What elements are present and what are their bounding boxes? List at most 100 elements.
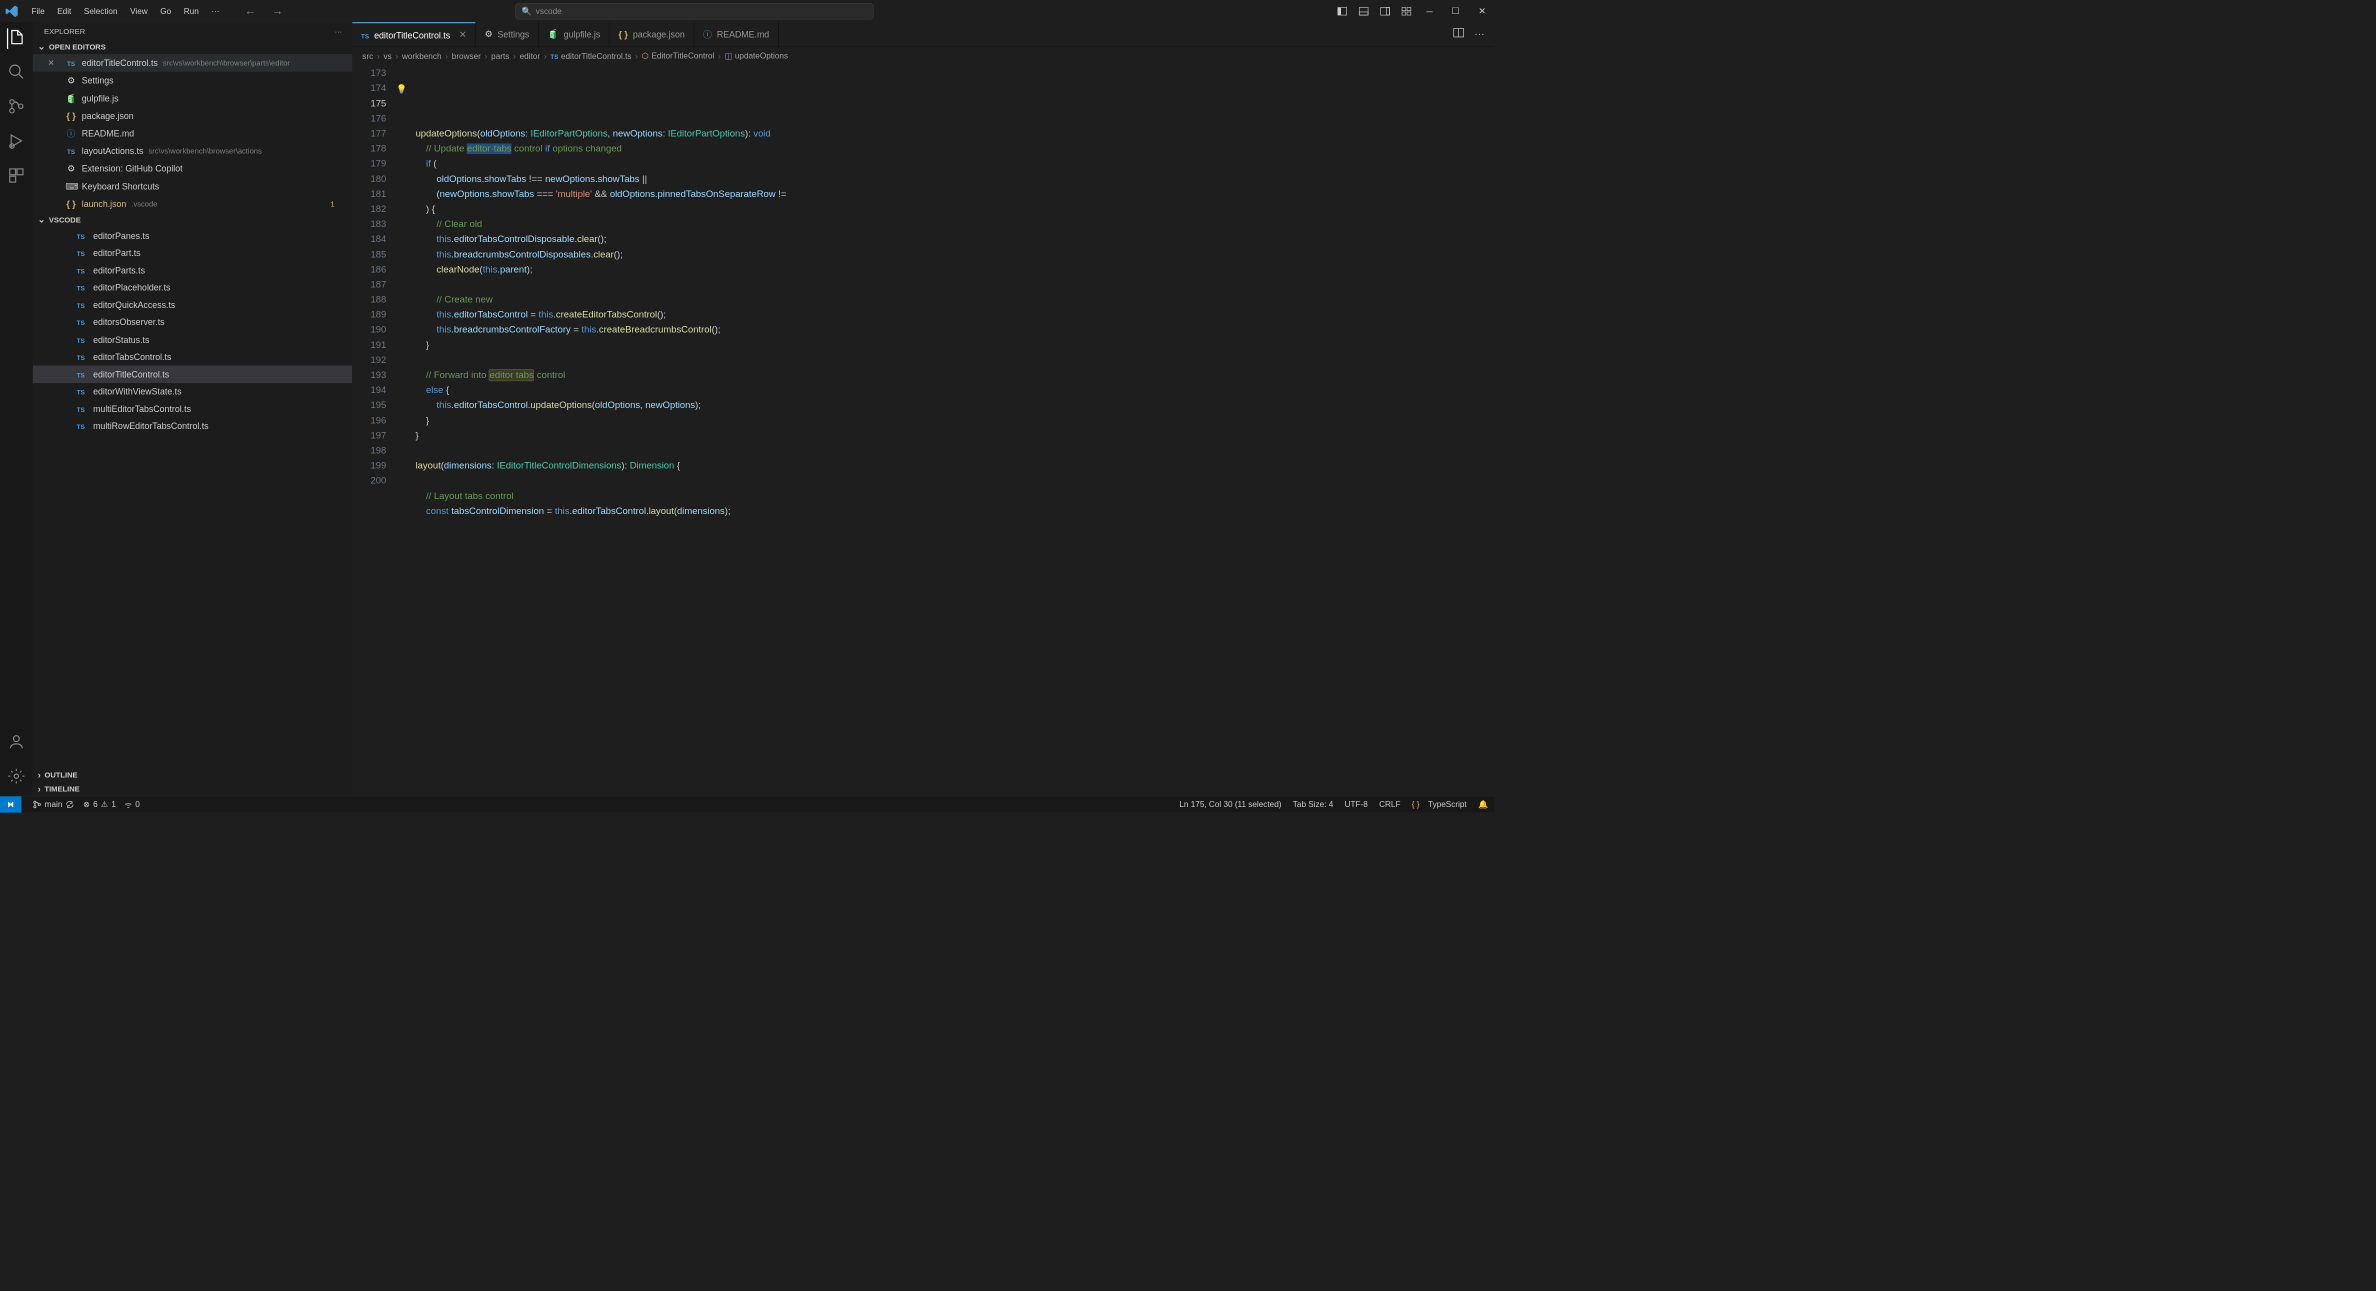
window-maximize-icon[interactable]: ☐ — [1448, 4, 1463, 17]
tree-item[interactable]: TSeditorQuickAccess.ts — [33, 296, 353, 313]
code-line[interactable] — [396, 474, 1494, 489]
status-notifications-icon[interactable]: 🔔 — [1478, 799, 1488, 809]
sidebar-more-icon[interactable]: ··· — [335, 27, 343, 36]
code-line[interactable]: } — [396, 338, 1494, 353]
section-outline[interactable]: › OUTLINE — [33, 768, 353, 782]
tree-item[interactable]: TSeditorWithViewState.ts — [33, 383, 353, 400]
open-editor-item[interactable]: { }launch.json.vscode1 — [33, 195, 353, 213]
breadcrumb-item[interactable]: src — [362, 51, 373, 60]
code-line[interactable]: else { — [396, 383, 1494, 398]
tree-item[interactable]: TSeditorPlaceholder.ts — [33, 279, 353, 296]
code-line[interactable]: this.breadcrumbsControlFactory = this.cr… — [396, 323, 1494, 338]
code-line[interactable]: // Clear old — [396, 217, 1494, 232]
nav-forward-icon[interactable]: → — [272, 4, 283, 17]
breadcrumb-item[interactable]: vs — [383, 51, 391, 60]
breadcrumb-item[interactable]: workbench — [402, 51, 442, 60]
section-timeline[interactable]: › TIMELINE — [33, 782, 353, 796]
customize-layout-icon[interactable] — [1401, 6, 1411, 16]
code-line[interactable] — [396, 353, 1494, 368]
menu-edit[interactable]: Edit — [51, 4, 78, 18]
status-ports[interactable]: ᯤ0 — [125, 799, 140, 810]
breadcrumb-item[interactable]: ⬡EditorTitleControl — [642, 51, 715, 61]
editor-tab[interactable]: { }package.json — [610, 22, 694, 47]
open-editor-item[interactable]: 🧃gulpfile.js — [33, 89, 353, 107]
code-line[interactable]: this.editorTabsControl.updateOptions(old… — [396, 398, 1494, 413]
activity-source-control-icon[interactable] — [8, 97, 26, 118]
code-line[interactable]: // Layout tabs control — [396, 489, 1494, 504]
code-line[interactable]: clearNode(this.parent); — [396, 262, 1494, 277]
editor-tab[interactable]: 🧃gulpfile.js — [539, 22, 610, 47]
tree-item[interactable]: TSeditorTitleControl.ts — [33, 365, 353, 382]
code-line[interactable]: this.breadcrumbsControlDisposables.clear… — [396, 247, 1494, 262]
code-line[interactable]: this.editorTabsControl = this.createEdit… — [396, 308, 1494, 323]
menu-go[interactable]: Go — [154, 4, 177, 18]
code-line[interactable]: // Create new — [396, 292, 1494, 307]
breadcrumb-item[interactable]: TSeditorTitleControl.ts — [550, 51, 631, 60]
menu-more-icon[interactable]: ··· — [205, 4, 226, 18]
menu-run[interactable]: Run — [177, 4, 205, 18]
remote-indicator-icon[interactable] — [0, 796, 21, 812]
activity-search-icon[interactable] — [8, 63, 26, 84]
code-line[interactable]: // Update editor·tabs control if options… — [396, 142, 1494, 157]
nav-back-icon[interactable]: ← — [245, 4, 256, 17]
open-editor-item[interactable]: ⚙Extension: GitHub Copilot — [33, 160, 353, 178]
command-center-search[interactable]: 🔍 vscode — [515, 3, 874, 19]
open-editor-item[interactable]: ⓘREADME.md — [33, 125, 353, 143]
activity-explorer-icon[interactable] — [7, 28, 26, 49]
code-line[interactable]: // Forward into editor tabs control — [396, 368, 1494, 383]
editor-tab[interactable]: ⓘREADME.md — [694, 22, 778, 47]
breadcrumbs[interactable]: src›vs›workbench›browser›parts›editor›TS… — [352, 47, 1494, 65]
window-minimize-icon[interactable]: ─ — [1423, 5, 1437, 18]
code-line[interactable]: oldOptions.showTabs !== newOptions.showT… — [396, 172, 1494, 187]
window-close-icon[interactable]: ✕ — [1475, 4, 1490, 17]
close-icon[interactable]: ✕ — [459, 30, 466, 41]
toggle-panel-icon[interactable] — [1359, 6, 1369, 16]
close-icon[interactable]: ✕ — [48, 58, 55, 68]
section-open-editors[interactable]: ⌄ OPEN EDITORS — [33, 40, 353, 54]
breadcrumb-item[interactable]: parts — [491, 51, 509, 60]
code-line[interactable]: layout(dimensions: IEditorTitleControlDi… — [396, 459, 1494, 474]
more-actions-icon[interactable]: ··· — [1474, 29, 1484, 40]
editor-tab[interactable]: ⚙Settings — [476, 22, 539, 47]
toggle-primary-sidebar-icon[interactable] — [1337, 6, 1347, 16]
tree-item[interactable]: TSeditorParts.ts — [33, 262, 353, 279]
status-indentation[interactable]: Tab Size: 4 — [1293, 799, 1333, 808]
tree-item[interactable]: TSeditorPanes.ts — [33, 227, 353, 244]
lightbulb-icon[interactable]: 💡 — [396, 81, 407, 96]
tree-item[interactable]: TSeditorTabsControl.ts — [33, 348, 353, 365]
code-line[interactable] — [396, 277, 1494, 292]
tree-item[interactable]: TSmultiRowEditorTabsControl.ts — [33, 417, 353, 434]
code-line[interactable]: (newOptions.showTabs === 'multiple' && o… — [396, 187, 1494, 202]
code-line[interactable]: } — [396, 413, 1494, 428]
code-line[interactable]: if ( — [396, 157, 1494, 172]
tree-item[interactable]: TSeditorsObserver.ts — [33, 314, 353, 331]
tree-item[interactable]: TSmultiEditorTabsControl.ts — [33, 400, 353, 417]
activity-settings-icon[interactable] — [8, 767, 26, 788]
status-branch[interactable]: main — [33, 799, 75, 808]
activity-run-debug-icon[interactable] — [8, 132, 26, 153]
open-editor-item[interactable]: ⌨Keyboard Shortcuts — [33, 177, 353, 195]
menu-file[interactable]: File — [25, 4, 51, 18]
open-editor-item[interactable]: { }package.json — [33, 107, 353, 125]
split-editor-icon[interactable] — [1453, 27, 1464, 41]
code-line[interactable]: this.editorTabsControlDisposable.clear()… — [396, 232, 1494, 247]
breadcrumb-item[interactable]: editor — [520, 51, 540, 60]
status-cursor-position[interactable]: Ln 175, Col 30 (11 selected) — [1179, 799, 1281, 808]
tree-item[interactable]: TSeditorStatus.ts — [33, 331, 353, 348]
open-editor-item[interactable]: ⚙Settings — [33, 72, 353, 90]
menu-view[interactable]: View — [124, 4, 154, 18]
section-folder[interactable]: ⌄ VSCODE — [33, 213, 353, 227]
activity-accounts-icon[interactable] — [8, 733, 26, 754]
code-line[interactable] — [396, 519, 1494, 534]
toggle-secondary-sidebar-icon[interactable] — [1380, 6, 1390, 16]
menu-selection[interactable]: Selection — [78, 4, 124, 18]
status-eol[interactable]: CRLF — [1379, 799, 1400, 808]
activity-extensions-icon[interactable] — [8, 167, 26, 188]
code-editor[interactable]: 1731741751761771781791801811821831841851… — [352, 65, 1494, 796]
code-line[interactable]: } — [396, 428, 1494, 443]
code-line[interactable] — [396, 111, 1494, 126]
code-line[interactable]: const tabsControlDimension = this.editor… — [396, 504, 1494, 519]
code-line[interactable]: updateOptions(oldOptions: IEditorPartOpt… — [396, 126, 1494, 141]
editor-tab[interactable]: TSeditorTitleControl.ts✕ — [352, 22, 476, 47]
code-line[interactable] — [396, 443, 1494, 458]
